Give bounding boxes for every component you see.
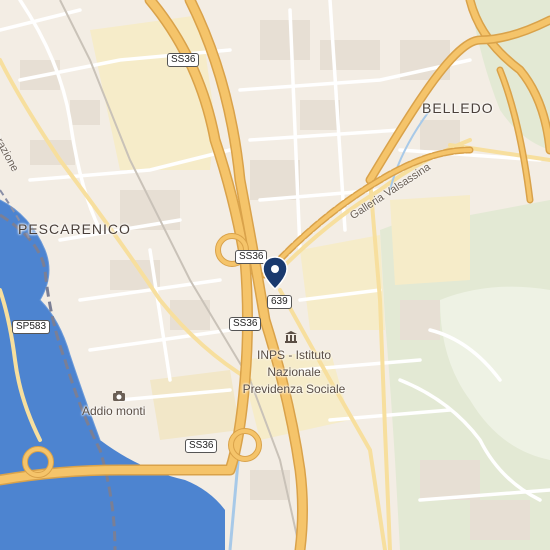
industrial-zone-1: [90, 15, 215, 170]
industrial-zone-2: [300, 235, 385, 330]
industrial-zone-3: [390, 195, 470, 285]
road-shield-ss36: SS36: [167, 53, 200, 67]
location-pin-icon[interactable]: [262, 256, 288, 290]
poi-label-inps-line2: Nazionale: [267, 365, 321, 379]
area-label-belledo: BELLEDO: [422, 100, 494, 116]
road-shield-639: 639: [267, 295, 292, 309]
road-shield-sp583: SP583: [12, 320, 51, 334]
camera-icon[interactable]: [112, 390, 126, 402]
road-shield-ss36: SS36: [229, 317, 262, 331]
poi-label-addio-monti[interactable]: Addio monti: [82, 403, 145, 420]
industrial-zone-5: [150, 370, 240, 440]
poi-label-inps-line1: INPS - Istituto: [256, 348, 332, 362]
map-canvas[interactable]: PESCARENICO BELLEDO Liberazione Galleria…: [0, 0, 550, 550]
poi-label-inps-line3: Previdenza Sociale: [242, 382, 346, 396]
road-shield-ss36: SS36: [185, 439, 218, 453]
poi-label-inps[interactable]: INPS - Istituto Nazionale Previdenza Soc…: [238, 347, 350, 398]
institution-icon[interactable]: [285, 331, 297, 343]
area-label-pescarenico: PESCARENICO: [18, 221, 131, 237]
